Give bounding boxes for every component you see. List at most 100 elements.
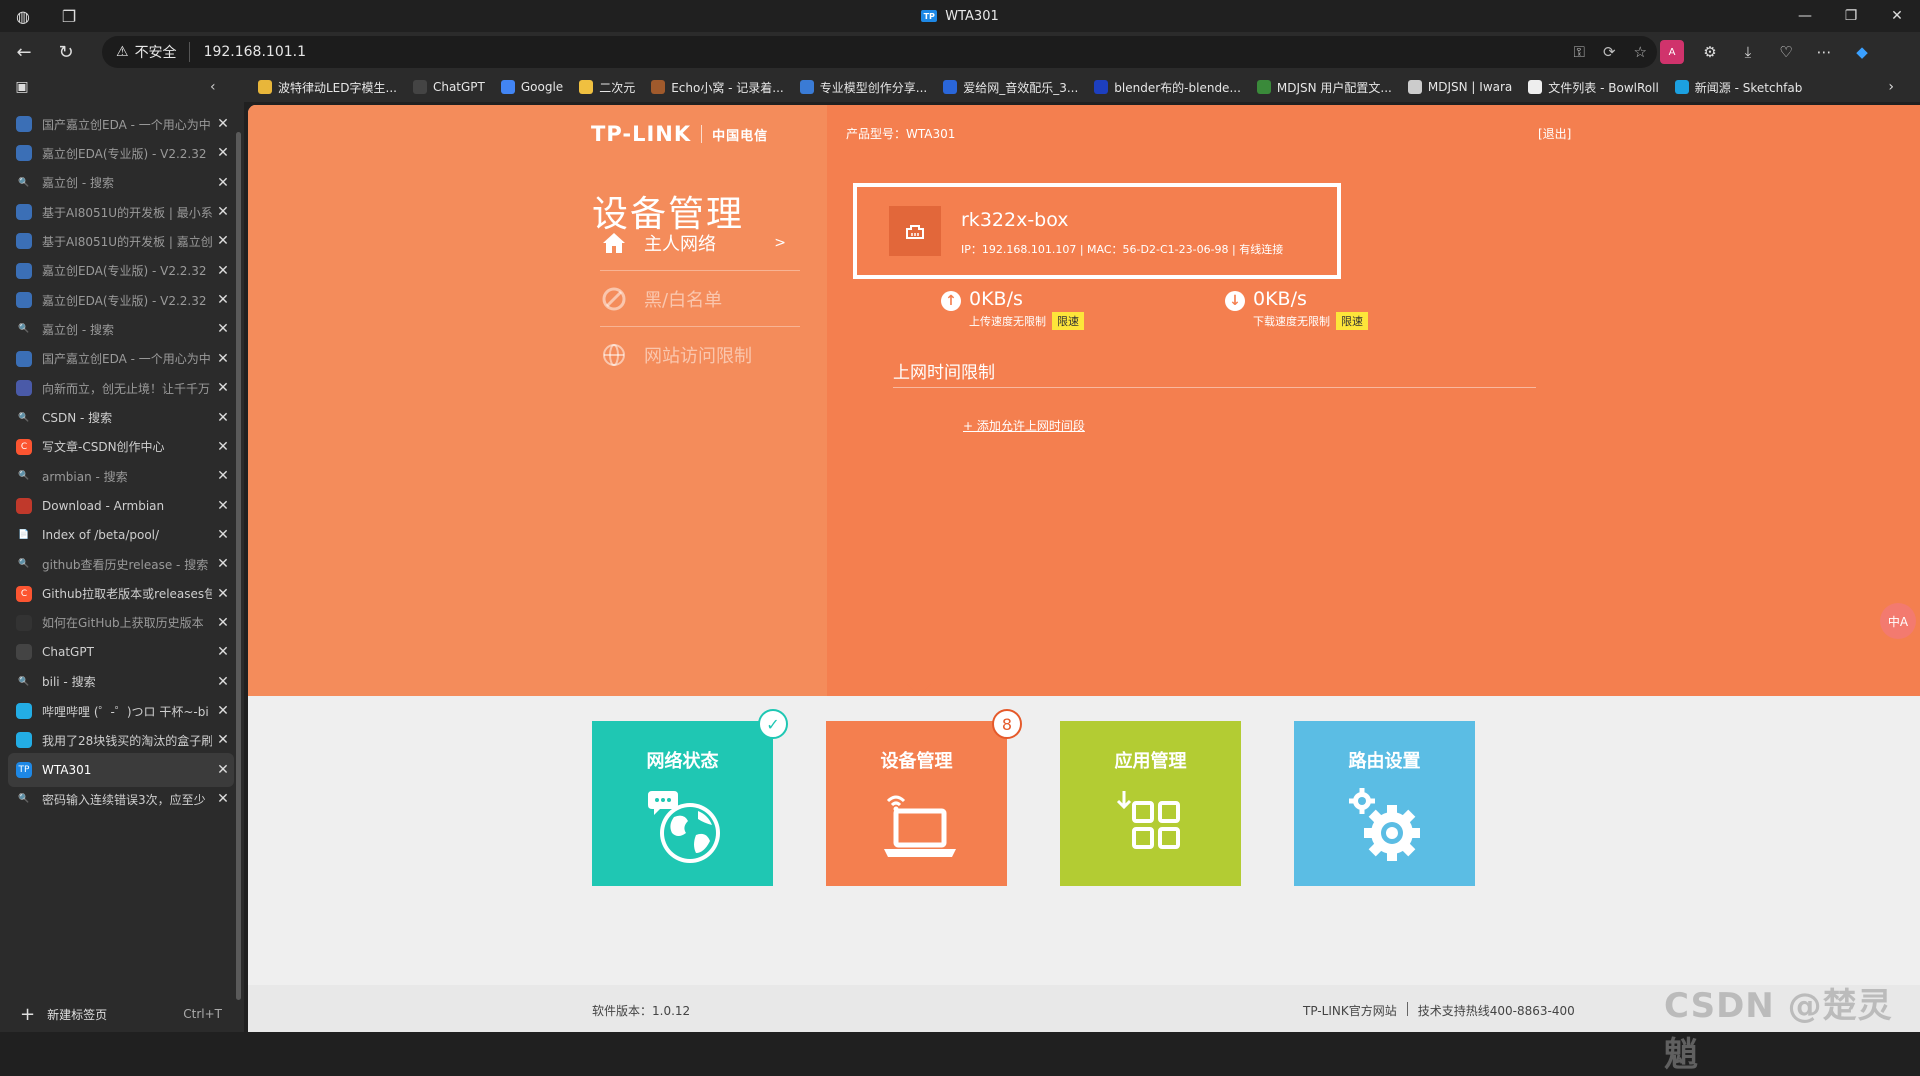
favorite-star-icon[interactable]: ☆ bbox=[1634, 43, 1647, 61]
close-tab-icon[interactable]: ✕ bbox=[212, 292, 234, 308]
close-tab-icon[interactable]: ✕ bbox=[212, 703, 234, 719]
bookmark-item[interactable]: 专业模型创作分享... bbox=[799, 79, 927, 96]
close-tab-icon[interactable]: ✕ bbox=[212, 468, 234, 484]
tab-favicon-icon: 🔍 bbox=[18, 794, 30, 805]
back-button[interactable]: ← bbox=[6, 36, 42, 68]
close-tab-icon[interactable]: ✕ bbox=[212, 116, 234, 132]
bookmark-label: 波特律动LED字模生... bbox=[278, 80, 397, 95]
workspaces-icon[interactable]: ❐ bbox=[56, 3, 82, 29]
close-tab-icon[interactable]: ✕ bbox=[212, 351, 234, 367]
collapse-tabs-icon[interactable]: ‹ bbox=[210, 79, 216, 95]
close-tab-icon[interactable]: ✕ bbox=[212, 263, 234, 279]
more-menu-icon[interactable]: ⋯ bbox=[1812, 40, 1836, 64]
tile-label: 路由设置 bbox=[1348, 751, 1421, 772]
address-bar[interactable]: ⚠ 不安全 192.168.101.1 ⚿ ⟳ ☆ bbox=[102, 36, 1657, 68]
download-limit-button[interactable]: 限速 bbox=[1336, 312, 1368, 330]
add-time-period-link[interactable]: + 添加允许上网时间段 bbox=[963, 417, 1085, 434]
key-icon[interactable]: ⚿ bbox=[1574, 43, 1585, 61]
bookmark-item[interactable]: Echo小窝 - 记录着... bbox=[651, 79, 784, 96]
tile-device-management[interactable]: 设备管理 bbox=[826, 721, 1007, 886]
logout-link[interactable]: [退出] bbox=[1538, 125, 1571, 142]
navigation-bar: ← ↻ ⚠ 不安全 192.168.101.1 ⚿ ⟳ ☆ A ⚙ ⤓ ♡ ⋯ … bbox=[0, 32, 1920, 72]
close-tab-icon[interactable]: ✕ bbox=[212, 175, 234, 191]
tab-label: 密码输入连续错误3次，应至少 bbox=[42, 792, 206, 807]
performance-icon[interactable]: ♡ bbox=[1774, 40, 1798, 64]
network-ok-badge: ✓ bbox=[758, 709, 788, 739]
tab-item[interactable]: 🔍 密码输入连续错误3次，应至少 ✕ bbox=[8, 782, 234, 816]
minimize-button[interactable]: — bbox=[1782, 0, 1828, 32]
sidebar-scrollbar[interactable] bbox=[236, 132, 241, 1000]
menu-item-website-limit[interactable]: 网站访问限制 bbox=[600, 327, 800, 383]
refresh-button[interactable]: ↻ bbox=[48, 36, 84, 68]
bookmark-item[interactable]: 新闻源 - Sketchfab bbox=[1674, 79, 1802, 96]
bookmarks-bar: ▣ ‹ 波特律动LED字模生... ChatGPT Google 二次元 Echo小窝 … bbox=[0, 72, 1920, 102]
close-tab-icon[interactable]: ✕ bbox=[212, 674, 234, 690]
bookmark-item[interactable]: 波特律动LED字模生... bbox=[258, 79, 397, 96]
tab-favicon-icon: 🔍 bbox=[18, 676, 30, 687]
translate-extension-icon[interactable]: A bbox=[1660, 40, 1684, 64]
bookmark-item[interactable]: 爱给网_音效配乐_3... bbox=[943, 79, 1078, 96]
close-window-button[interactable]: ✕ bbox=[1874, 0, 1920, 32]
tab-favicon-icon bbox=[16, 380, 32, 397]
bookmark-item[interactable]: MDJSN | Iwara bbox=[1407, 80, 1512, 94]
close-tab-icon[interactable]: ✕ bbox=[212, 556, 234, 572]
bookmark-item[interactable]: MDJSN 用户配置文... bbox=[1256, 79, 1392, 96]
upload-limit-button[interactable]: 限速 bbox=[1052, 312, 1084, 330]
home-icon bbox=[600, 229, 628, 257]
close-tab-icon[interactable]: ✕ bbox=[212, 586, 234, 602]
close-tab-icon[interactable]: ✕ bbox=[212, 615, 234, 631]
tab-label: Download - Armbian bbox=[42, 498, 165, 513]
extensions-icon[interactable]: ⚙ bbox=[1698, 40, 1722, 64]
bookmark-item[interactable]: Google bbox=[500, 80, 563, 94]
download-speed: ↓ 0KB/s 下载速度无限制 限速 bbox=[1225, 288, 1368, 330]
tile-app-management[interactable]: 应用管理 bbox=[1060, 721, 1241, 886]
more-bookmarks-icon[interactable]: › bbox=[1888, 79, 1894, 95]
close-tab-icon[interactable]: ✕ bbox=[212, 498, 234, 514]
close-tab-icon[interactable]: ✕ bbox=[212, 233, 234, 249]
tab-favicon-icon: 🔍 bbox=[18, 177, 30, 188]
globe-chat-icon bbox=[592, 787, 773, 867]
tab-favicon-icon: 📄 bbox=[18, 529, 30, 540]
translate-floating-button[interactable]: 中A bbox=[1880, 603, 1916, 639]
tab-label: 嘉立创EDA(专业版) - V2.2.32 bbox=[42, 264, 207, 279]
bookmark-item[interactable]: 二次元 bbox=[579, 79, 635, 96]
close-tab-icon[interactable]: ✕ bbox=[212, 204, 234, 220]
menu-label: 网站访问限制 bbox=[644, 346, 752, 367]
tile-router-settings[interactable]: 路由设置 bbox=[1294, 721, 1475, 886]
bookmark-item[interactable]: blender布的-blende... bbox=[1094, 79, 1241, 96]
close-tab-icon[interactable]: ✕ bbox=[212, 145, 234, 161]
url-text[interactable]: 192.168.101.1 bbox=[190, 44, 306, 60]
downloads-icon[interactable]: ⤓ bbox=[1736, 40, 1760, 64]
tab-favicon-icon bbox=[16, 350, 32, 367]
tab-label: 嘉立创EDA(专业版) - V2.2.32 bbox=[42, 146, 207, 161]
reader-icon[interactable]: ⟳ bbox=[1603, 43, 1616, 61]
bookmark-label: blender布的-blende... bbox=[1114, 80, 1241, 95]
tile-network-status[interactable]: 网络状态 bbox=[592, 721, 773, 886]
title-bar: ◍ ❐ TP WTA301 — ❐ ✕ bbox=[0, 0, 1920, 32]
bookmark-label: ChatGPT bbox=[432, 80, 485, 94]
close-tab-icon[interactable]: ✕ bbox=[212, 527, 234, 543]
restore-button[interactable]: ❐ bbox=[1828, 0, 1874, 32]
menu-item-blacklist[interactable]: 黑/白名单 bbox=[600, 271, 800, 327]
close-tab-icon[interactable]: ✕ bbox=[212, 439, 234, 455]
official-site-link[interactable]: TP-LINK官方网站 bbox=[1303, 1002, 1397, 1019]
close-tab-icon[interactable]: ✕ bbox=[212, 791, 234, 807]
new-tab-button[interactable]: + 新建标签页 Ctrl+T bbox=[8, 996, 234, 1032]
tab-label: WTA301 bbox=[42, 762, 92, 777]
close-tab-icon[interactable]: ✕ bbox=[212, 644, 234, 660]
tab-favicon-icon bbox=[16, 703, 32, 719]
device-card[interactable]: rk322x-box IP：192.168.101.107 | MAC：56-D… bbox=[853, 183, 1341, 279]
close-tab-icon[interactable]: ✕ bbox=[212, 410, 234, 426]
profile-avatar-icon[interactable]: ◍ bbox=[10, 3, 36, 29]
copilot-icon[interactable]: ◆ bbox=[1850, 40, 1874, 64]
close-tab-icon[interactable]: ✕ bbox=[212, 762, 234, 778]
globe-icon bbox=[600, 341, 628, 369]
menu-item-host-network[interactable]: 主人网络 > bbox=[600, 215, 800, 271]
bookmark-item[interactable]: 文件列表 - BowlRoll bbox=[1528, 79, 1659, 96]
close-tab-icon[interactable]: ✕ bbox=[212, 380, 234, 396]
sidebar-toggle-icon[interactable]: ▣ bbox=[0, 72, 44, 102]
security-indicator[interactable]: ⚠ 不安全 bbox=[116, 42, 190, 62]
close-tab-icon[interactable]: ✕ bbox=[212, 732, 234, 748]
close-tab-icon[interactable]: ✕ bbox=[212, 321, 234, 337]
bookmark-item[interactable]: ChatGPT bbox=[412, 80, 485, 94]
